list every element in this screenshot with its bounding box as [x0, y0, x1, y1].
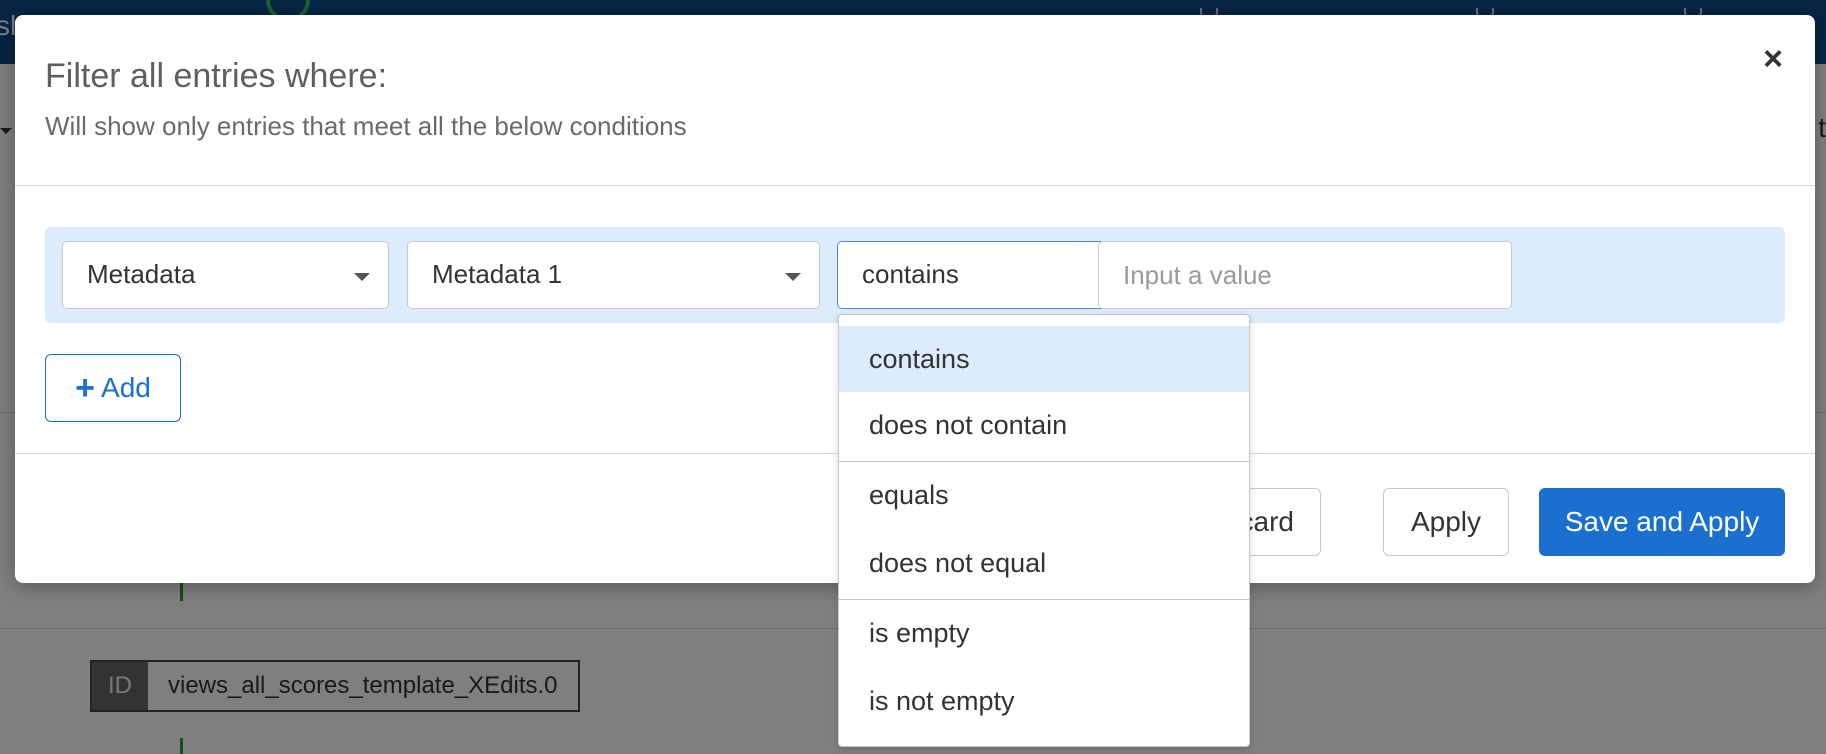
modal-header: Filter all entries where: Will show only…: [15, 15, 1815, 186]
dropdown-option-does-not-equal[interactable]: does not equal: [839, 530, 1249, 596]
modal-subtitle: Will show only entries that meet all the…: [45, 111, 687, 141]
apply-button-label: Apply: [1410, 506, 1482, 537]
operator-dropdown-menu: contains does not contain equals does no…: [838, 314, 1250, 747]
field-key-select[interactable]: Metadata 1: [407, 241, 820, 309]
save-and-apply-button-label: Save and Apply: [1564, 506, 1760, 537]
dropdown-option-is-not-empty[interactable]: is not empty: [839, 668, 1249, 734]
add-button-label: Add: [101, 372, 151, 403]
chevron-down-icon: [354, 273, 370, 281]
dropdown-option-is-empty[interactable]: is empty: [839, 600, 1249, 666]
field-key-value: Metadata 1: [432, 259, 563, 289]
field-type-select[interactable]: Metadata: [62, 241, 389, 309]
dropdown-option-does-not-contain[interactable]: does not contain: [839, 392, 1249, 458]
save-and-apply-button[interactable]: Save and Apply: [1539, 488, 1785, 556]
value-input[interactable]: [1098, 241, 1512, 309]
dropdown-option-contains[interactable]: contains: [839, 326, 1249, 392]
plus-icon: +: [75, 369, 96, 407]
operator-value: contains: [862, 259, 959, 289]
chevron-down-icon: [785, 273, 801, 281]
apply-button[interactable]: Apply: [1383, 488, 1509, 556]
add-condition-button[interactable]: + Add: [45, 354, 181, 422]
dropdown-option-equals[interactable]: equals: [839, 462, 1249, 528]
close-icon[interactable]: ×: [1757, 42, 1789, 76]
modal-title: Filter all entries where:: [45, 57, 388, 95]
field-type-value: Metadata: [87, 259, 196, 289]
filter-condition-row: Metadata Metadata 1 contains: [45, 227, 1785, 323]
